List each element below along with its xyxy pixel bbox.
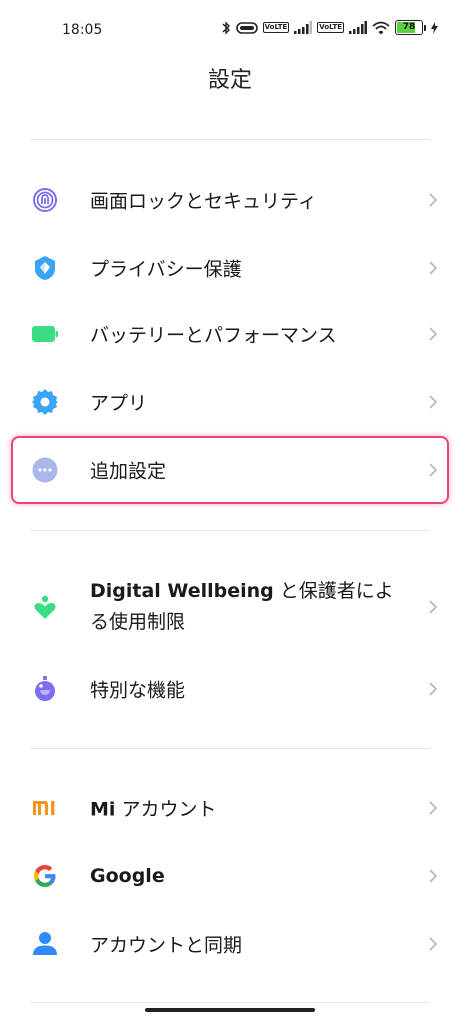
settings-item-label: アカウントと同期 xyxy=(90,934,243,957)
settings-item-mi-account[interactable]: Mi アカウント xyxy=(0,774,460,842)
wellbeing-label-rest: と保護者によ xyxy=(273,580,394,602)
divider xyxy=(30,748,430,749)
chevron-right-icon xyxy=(428,681,438,697)
settings-item-label: 特別な機能 xyxy=(90,679,186,702)
settings-item-google[interactable]: Google xyxy=(0,842,460,910)
chevron-right-icon xyxy=(428,800,438,816)
person-icon xyxy=(32,931,58,957)
settings-item-battery[interactable]: バッテリーとパフォーマンス xyxy=(0,300,460,368)
chevron-right-icon xyxy=(428,868,438,884)
gear-icon xyxy=(32,389,58,415)
chevron-right-icon xyxy=(428,599,438,615)
settings-item-privacy[interactable]: プライバシー保護 xyxy=(0,234,460,302)
settings-item-screen-lock[interactable]: 画面ロックとセキュリティ xyxy=(0,166,460,234)
chevron-right-icon xyxy=(428,326,438,342)
charging-icon xyxy=(431,21,438,34)
battery-level: 78 xyxy=(402,22,416,32)
alarm-icon xyxy=(235,21,258,35)
chevron-right-icon xyxy=(428,936,438,952)
settings-item-label: Google xyxy=(90,865,165,887)
chevron-right-icon xyxy=(428,260,438,276)
settings-item-label: Mi アカウント xyxy=(90,795,216,822)
settings-item-label: 画面ロックとセキュリティ xyxy=(90,190,317,213)
mi-logo-icon xyxy=(32,795,58,821)
settings-item-label: プライバシー保護 xyxy=(90,258,242,281)
status-time: 18:05 xyxy=(62,22,103,38)
divider xyxy=(30,1002,430,1003)
settings-item-accessibility[interactable]: 特別な機能 xyxy=(0,655,460,723)
home-indicator[interactable] xyxy=(145,1008,315,1012)
settings-item-apps[interactable]: アプリ xyxy=(0,368,460,436)
volte-icon-2: VoLTE xyxy=(317,22,344,33)
google-logo-icon xyxy=(32,863,58,889)
wifi-icon xyxy=(372,21,390,35)
settings-item-label: アプリ xyxy=(90,392,148,415)
battery-icon: 78 xyxy=(395,20,426,35)
highlight-box xyxy=(11,436,449,504)
divider xyxy=(30,139,430,140)
settings-item-accounts-sync[interactable]: アカウントと同期 xyxy=(0,910,460,978)
accessibility-icon xyxy=(32,676,58,702)
bluetooth-icon xyxy=(221,20,231,35)
settings-item-label: バッテリーとパフォーマンス xyxy=(90,324,337,347)
battery-settings-icon xyxy=(32,321,58,347)
signal-icon-2 xyxy=(349,21,367,34)
divider xyxy=(30,530,430,531)
wellbeing-label-line2: る使用制限 xyxy=(90,611,186,633)
status-bar: 18:05 VoLTE VoLTE 78 xyxy=(0,0,460,62)
wellbeing-label: Digital Wellbeing と保護者によ る使用制限 xyxy=(90,576,394,638)
fingerprint-icon xyxy=(32,187,58,213)
mi-label-bold: Mi xyxy=(90,798,116,821)
chevron-right-icon xyxy=(428,192,438,208)
heart-person-icon xyxy=(32,594,58,620)
page-title: 設定 xyxy=(207,68,252,93)
chevron-right-icon xyxy=(428,394,438,410)
mi-label-rest: アカウント xyxy=(115,798,217,821)
signal-icon xyxy=(294,21,313,34)
wellbeing-label-bold: Digital Wellbeing xyxy=(90,580,274,602)
shield-icon xyxy=(32,255,58,281)
volte-icon: VoLTE xyxy=(262,22,290,33)
